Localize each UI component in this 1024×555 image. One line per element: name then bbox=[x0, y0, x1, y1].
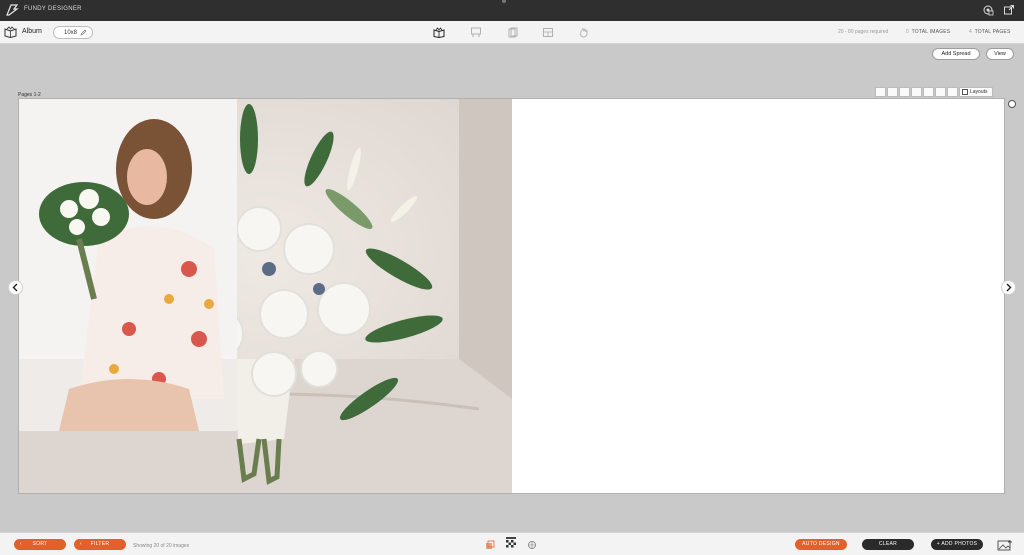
filter-label: FILTER bbox=[90, 541, 110, 547]
total-pages-label: TOTAL PAGES bbox=[974, 29, 1011, 35]
image-upload-icon[interactable] bbox=[997, 539, 1013, 551]
album-mode-icon[interactable] bbox=[433, 27, 445, 38]
globe-icon[interactable] bbox=[527, 540, 537, 550]
add-photos-label: + ADD PHOTOS bbox=[936, 541, 978, 547]
checker-icon[interactable] bbox=[506, 537, 516, 550]
add-spread-button[interactable]: Add Spread bbox=[932, 48, 980, 60]
external-link-icon[interactable] bbox=[1003, 4, 1015, 16]
chevron-left-icon: ‹ bbox=[20, 541, 22, 547]
toolbar: Album 10x8 20 - 80 pages required 0 TOTA… bbox=[0, 21, 1024, 44]
fundy-logo-icon bbox=[6, 4, 19, 16]
bottom-bar: ‹ SORT ‹ FILTER Showing 20 of 20 images … bbox=[0, 532, 1024, 555]
settings-icon[interactable] bbox=[982, 4, 994, 16]
total-pages-stat: 4 TOTAL PAGES bbox=[969, 29, 1010, 35]
layers-icon[interactable] bbox=[911, 87, 922, 97]
pencil-icon bbox=[80, 29, 87, 36]
eye-icon[interactable] bbox=[947, 87, 958, 97]
close-spread-icon[interactable] bbox=[1008, 100, 1016, 108]
layouts-button[interactable]: Layouts bbox=[959, 87, 993, 97]
sort-button[interactable]: ‹ SORT bbox=[14, 539, 66, 550]
photo-bride-smelling-bouquet[interactable] bbox=[19, 99, 237, 431]
clear-button[interactable]: CLEAR bbox=[862, 539, 914, 550]
cards-icon[interactable] bbox=[507, 27, 519, 38]
layout-icon[interactable] bbox=[542, 27, 554, 38]
window-notch bbox=[502, 0, 506, 3]
view-button[interactable]: View bbox=[986, 48, 1014, 60]
filter-button[interactable]: ‹ FILTER bbox=[74, 539, 126, 550]
add-photos-button[interactable]: + ADD PHOTOS bbox=[931, 539, 983, 550]
total-images-stat: 0 TOTAL IMAGES bbox=[906, 29, 950, 35]
album-spread[interactable] bbox=[18, 98, 1005, 494]
layouts-label: Layouts bbox=[970, 89, 988, 95]
auto-design-button[interactable]: AUTO DESIGN bbox=[795, 539, 847, 550]
stack-icon[interactable] bbox=[485, 540, 495, 550]
showing-count: Showing 20 of 20 images bbox=[133, 543, 190, 549]
zoom-icon[interactable] bbox=[875, 87, 886, 97]
spread-tool-strip: Layouts bbox=[875, 87, 993, 97]
chevron-right-icon bbox=[1006, 283, 1012, 292]
chevron-left-icon bbox=[12, 283, 18, 292]
previous-spread-button[interactable] bbox=[8, 280, 23, 295]
wall-art-icon[interactable] bbox=[470, 27, 482, 38]
app-title: FUNDY DESIGNER bbox=[24, 6, 82, 12]
flag-icon[interactable] bbox=[935, 87, 946, 97]
album-icon[interactable] bbox=[4, 26, 17, 38]
album-size-selector[interactable]: 10x8 bbox=[53, 26, 93, 39]
chevron-left-icon: ‹ bbox=[80, 541, 82, 547]
sort-label: SORT bbox=[32, 541, 48, 547]
total-images-label: TOTAL IMAGES bbox=[911, 29, 951, 35]
hand-icon[interactable] bbox=[578, 27, 590, 38]
pages-required-text: 20 - 80 pages required bbox=[838, 29, 889, 35]
crop-icon[interactable] bbox=[923, 87, 934, 97]
total-pages-count: 4 bbox=[969, 29, 972, 35]
clear-label: CLEAR bbox=[878, 541, 898, 547]
album-label: Album bbox=[22, 28, 42, 35]
auto-design-label: AUTO DESIGN bbox=[802, 541, 840, 547]
title-bar: FUNDY DESIGNER bbox=[0, 0, 1024, 21]
total-images-count: 0 bbox=[906, 29, 909, 35]
next-spread-button[interactable] bbox=[1001, 280, 1016, 295]
text-icon[interactable] bbox=[899, 87, 910, 97]
album-size-value: 10x8 bbox=[64, 30, 78, 36]
ruler-icon[interactable] bbox=[887, 87, 898, 97]
grid-icon bbox=[962, 89, 968, 95]
